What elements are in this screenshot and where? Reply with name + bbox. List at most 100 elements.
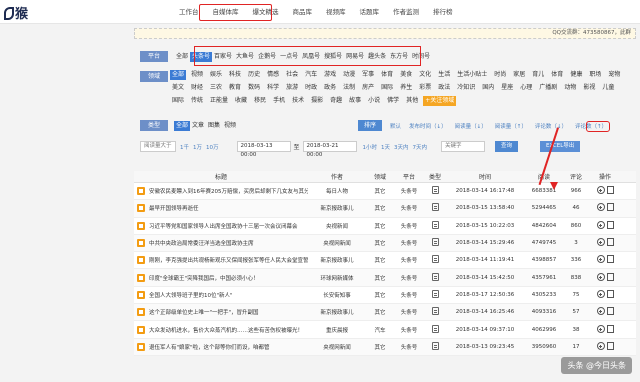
category-item[interactable]: 科技	[227, 70, 243, 80]
category-item[interactable]: 传统	[189, 96, 205, 106]
category-item[interactable]: 美食	[398, 70, 414, 80]
category-item[interactable]: 佛学	[385, 96, 401, 106]
platform-all[interactable]: 全部	[174, 52, 190, 62]
follow-field-button[interactable]: +关注领域	[423, 96, 457, 106]
nav-ranking[interactable]: 排行榜	[426, 6, 460, 18]
row-author[interactable]: 央视网新闻	[308, 239, 366, 247]
category-item[interactable]: 收藏	[233, 96, 249, 106]
category-item[interactable]: 广播剧	[537, 83, 559, 93]
nav-topic-library[interactable]: 话题库	[353, 6, 387, 18]
category-item[interactable]: 数码	[246, 83, 262, 93]
category-item[interactable]: 生活	[436, 70, 452, 80]
category-item[interactable]: 正能量	[208, 96, 230, 106]
category-item[interactable]: 健康	[568, 70, 584, 80]
category-item[interactable]: 体育	[379, 70, 395, 80]
row-title[interactable]: 大众发动机进水，售价大众蒸汽机的……这些有苦伤权被曝光！	[149, 326, 303, 334]
category-item[interactable]: 动漫	[341, 70, 357, 80]
category-item[interactable]: 汽车	[303, 70, 319, 80]
add-icon[interactable]	[596, 272, 605, 281]
nav-video-library[interactable]: 视频库	[319, 6, 353, 18]
table-row[interactable]: 刚刚，李克强提出共观杨新观乐又保闻报张军等任人民大会堂宣誓 新京报政事儿 其它 头条号…	[134, 252, 636, 270]
category-item[interactable]: 职场	[587, 70, 603, 80]
date-1d[interactable]: 1天	[381, 143, 390, 151]
category-item[interactable]: 育儿	[530, 70, 546, 80]
add-icon[interactable]	[596, 220, 605, 229]
table-row[interactable]: 习近平等党和国家领导人出席全国政协十三届一次会议闭幕会 央视新闻 其它 头条号 2018…	[134, 218, 636, 235]
copy-icon[interactable]	[606, 186, 614, 195]
category-item[interactable]: 三农	[208, 83, 224, 93]
table-row[interactable]: 安徽农民麦瞟入到16年赛205万赔偿，买房后却剩下几女友与其分手 每日人物 其它 头条…	[134, 183, 636, 201]
category-item[interactable]: 社会	[284, 70, 300, 80]
keyword-input[interactable]: 关键字	[441, 141, 486, 152]
category-item[interactable]: 技术	[290, 96, 306, 106]
category-item[interactable]: 军事	[360, 70, 376, 80]
category-item[interactable]: 娱乐	[208, 70, 224, 80]
category-item[interactable]: 情感	[265, 70, 281, 80]
category-item[interactable]: 心理	[518, 83, 534, 93]
category-item[interactable]: 儿童	[600, 83, 616, 93]
add-icon[interactable]	[596, 238, 605, 247]
date-1h[interactable]: 1小时	[363, 143, 378, 151]
row-author[interactable]: 长安街知事	[308, 291, 366, 299]
col-field[interactable]: 领域	[366, 172, 394, 181]
col-author[interactable]: 作者	[308, 172, 366, 181]
category-item[interactable]: 全部	[170, 70, 187, 80]
row-author[interactable]: 新京报政事儿	[308, 204, 366, 212]
category-item[interactable]: 房产	[360, 83, 376, 93]
category-item[interactable]: 科学	[265, 83, 281, 93]
row-title[interactable]: 这个正部级单位史上唯一"一把手"，冒升副国	[149, 308, 259, 316]
col-comment[interactable]: 评论	[564, 172, 588, 181]
category-item[interactable]: 教育	[227, 83, 243, 93]
category-item[interactable]: 财经	[189, 83, 205, 93]
category-item[interactable]: 故事	[347, 96, 363, 106]
category-item[interactable]: 国际	[170, 96, 186, 106]
category-item[interactable]: 动物	[562, 83, 578, 93]
row-title-cell[interactable]: 中共中央政治局常委汪洋当选全国政协主席	[134, 239, 308, 248]
app-logo[interactable]: 猴	[4, 3, 28, 22]
category-item[interactable]: 星座	[499, 83, 515, 93]
table-row[interactable]: 印度"全球霸王"突降我国后，中国必须小心！ 环球网新媒体 其它 头条号 2018-03-…	[134, 269, 636, 287]
category-item[interactable]: 其他	[404, 96, 420, 106]
row-title[interactable]: 印度"全球霸王"突降我国后，中国必须小心！	[149, 274, 259, 282]
row-title[interactable]: 中共中央政治局常委汪洋当选全国政协主席	[149, 239, 254, 247]
category-item[interactable]: 摄影	[309, 96, 325, 106]
row-title-cell[interactable]: 全国人大领导班子里的10位"新人"	[134, 290, 308, 299]
category-item[interactable]: 生活小贴士	[455, 70, 489, 80]
category-item[interactable]: 移民	[252, 96, 268, 106]
category-item[interactable]: 影视	[581, 83, 597, 93]
category-item[interactable]: 美文	[170, 83, 186, 93]
sort-default[interactable]: 默认	[390, 122, 401, 130]
date-from-input[interactable]: 2018-03-13 00:00	[236, 141, 291, 158]
row-title-cell[interactable]: 习近平等党和国家领导人出席全国政协十三届一次会议闭幕会	[134, 221, 308, 230]
copy-icon[interactable]	[606, 324, 614, 333]
sort-read-desc[interactable]: 阅读量（↓）	[455, 122, 487, 130]
copy-icon[interactable]	[606, 255, 614, 264]
date-3d[interactable]: 3天内	[394, 143, 409, 151]
row-author[interactable]: 央视网新闻	[308, 343, 366, 351]
date-7d[interactable]: 7天内	[413, 143, 428, 151]
category-item[interactable]: 游戏	[322, 70, 338, 80]
copy-icon[interactable]	[606, 203, 614, 212]
col-operation[interactable]: 操作	[588, 172, 622, 181]
sort-time-desc[interactable]: 发布时间（↓）	[409, 122, 447, 130]
category-item[interactable]: 政务	[322, 83, 338, 93]
row-title-cell[interactable]: 大众发动机进水，售价大众蒸汽机的……这些有苦伤权被曝光！	[134, 325, 308, 334]
copy-icon[interactable]	[606, 220, 614, 229]
search-button[interactable]: 查询	[495, 141, 519, 152]
table-row[interactable]: 最早开国领导再逝任 新京报政事儿 其它 头条号 2018-03-15 13:58:40 5…	[134, 200, 636, 218]
copy-icon[interactable]	[606, 341, 614, 350]
category-item[interactable]: 历史	[246, 70, 262, 80]
category-item[interactable]: 时政	[303, 83, 319, 93]
type-video[interactable]: 视频	[222, 121, 238, 131]
row-title[interactable]: 全国人大领导班子里的10位"新人"	[149, 291, 233, 299]
row-title[interactable]: 安徽农民麦瞟入到16年赛205万赔偿，买房后却剩下几女友与其分手	[149, 187, 308, 195]
nav-author-monitor[interactable]: 作者监测	[386, 6, 426, 18]
row-title[interactable]: 刚刚，李克强提出共观杨新观乐又保闻报张军等任人民大会堂宣誓	[149, 256, 308, 264]
category-item[interactable]: 家居	[511, 70, 527, 80]
category-item[interactable]: 冷知识	[455, 83, 477, 93]
category-item[interactable]: 时尚	[492, 70, 508, 80]
category-item[interactable]: 宠物	[606, 70, 622, 80]
category-item[interactable]: 政法	[436, 83, 452, 93]
row-author[interactable]: 重庆晨报	[308, 326, 366, 334]
row-title-cell[interactable]: 这个正部级单位史上唯一"一把手"，冒升副国	[134, 308, 308, 317]
